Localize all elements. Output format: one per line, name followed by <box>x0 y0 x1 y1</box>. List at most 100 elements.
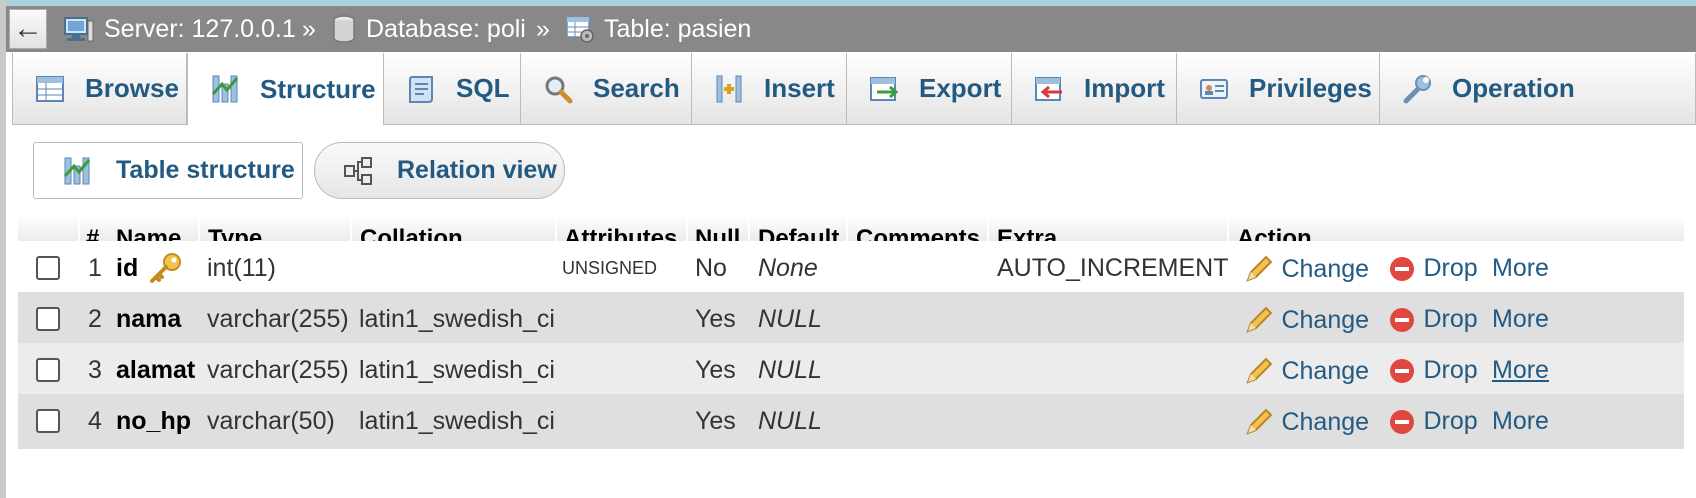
row-actions: Change Drop More <box>1244 356 1684 386</box>
drop-action[interactable]: Drop <box>1388 254 1478 283</box>
row-number: 3 <box>88 356 102 384</box>
change-action[interactable]: Change <box>1244 407 1369 437</box>
tab-browse[interactable]: Browse <box>12 53 187 125</box>
more-action[interactable]: More <box>1492 407 1549 436</box>
tab-sql[interactable]: SQL <box>384 53 521 125</box>
tab-privileges[interactable]: Privileges <box>1177 53 1380 125</box>
tab-import-label: Import <box>1084 73 1165 103</box>
pencil-icon <box>1246 306 1273 333</box>
drop-action[interactable]: Drop <box>1388 407 1478 436</box>
tab-export-label: Export <box>919 73 1002 103</box>
tab-operation-label: Operation <box>1452 73 1575 103</box>
drop-icon <box>1390 307 1414 332</box>
tab-structure-label: Structure <box>260 73 376 104</box>
browse-icon <box>36 75 64 102</box>
pencil-icon <box>1246 408 1273 435</box>
column-collation: latin1_swedish_ci <box>359 356 555 384</box>
tab-export[interactable]: Export <box>847 53 1012 125</box>
drop-action[interactable]: Drop <box>1388 356 1478 385</box>
breadcrumb-separator: » <box>302 15 316 43</box>
row-actions: Change Drop More <box>1244 407 1684 437</box>
breadcrumb-database[interactable]: Database: poli <box>332 6 526 52</box>
relation-icon <box>344 156 372 185</box>
relation-view-button[interactable]: Relation view <box>314 142 565 199</box>
change-action[interactable]: Change <box>1244 356 1369 386</box>
more-action[interactable]: More <box>1492 356 1549 385</box>
row-checkbox[interactable] <box>36 358 60 382</box>
column-default: NULL <box>758 407 822 435</box>
tab-search[interactable]: Search <box>521 53 692 125</box>
tab-search-label: Search <box>593 73 680 103</box>
column-null: Yes <box>695 407 736 435</box>
column-name: no_hp <box>116 407 191 435</box>
left-frame-strip <box>0 0 6 498</box>
breadcrumb-table[interactable]: Table: pasien <box>566 6 751 52</box>
tab-browse-label: Browse <box>85 73 179 103</box>
tab-structure[interactable]: Structure <box>187 53 384 125</box>
tab-insert-label: Insert <box>764 73 835 103</box>
back-button[interactable]: ← <box>9 9 47 49</box>
row-actions: Change Drop More <box>1244 254 1684 284</box>
row-checkbox[interactable] <box>36 307 60 331</box>
row-number: 4 <box>88 407 102 435</box>
database-icon <box>333 15 355 43</box>
search-icon <box>545 76 573 103</box>
tab-import[interactable]: Import <box>1012 53 1177 125</box>
table-icon <box>566 16 594 43</box>
table-structure-button[interactable]: Table structure <box>33 142 303 199</box>
export-icon <box>870 76 899 101</box>
row-number: 1 <box>88 254 102 282</box>
breadcrumb-server[interactable]: Server: 127.0.0.1 <box>64 6 296 52</box>
column-attributes: UNSIGNED <box>562 258 658 278</box>
pencil-icon <box>1246 255 1273 282</box>
sql-icon <box>409 75 433 103</box>
tab-operation[interactable]: Operation <box>1380 53 1696 125</box>
more-action[interactable]: More <box>1492 305 1549 334</box>
breadcrumb-database-label: Database: poli <box>366 14 526 43</box>
row-number: 2 <box>88 305 102 333</box>
column-collation: latin1_swedish_ci <box>359 305 555 333</box>
tab-sql-label: SQL <box>456 73 510 103</box>
insert-icon <box>716 75 742 102</box>
column-name: id <box>116 254 139 282</box>
breadcrumb-table-label: Table: pasien <box>604 14 752 43</box>
column-name: alamat <box>116 356 196 384</box>
change-action[interactable]: Change <box>1244 254 1369 284</box>
row-checkbox[interactable] <box>36 409 60 433</box>
drop-icon <box>1390 358 1414 383</box>
column-collation: latin1_swedish_ci <box>359 407 555 435</box>
change-action[interactable]: Change <box>1244 305 1369 335</box>
row-checkbox[interactable] <box>36 256 60 280</box>
column-default: NULL <box>758 356 822 384</box>
table-structure-label: Table structure <box>116 156 295 184</box>
column-null: Yes <box>695 356 736 384</box>
column-name: nama <box>116 305 182 333</box>
column-default: None <box>758 254 818 282</box>
column-type: int(11) <box>207 254 277 282</box>
column-type: varchar(255) <box>207 305 349 333</box>
drop-action[interactable]: Drop <box>1388 305 1478 334</box>
privileges-icon <box>1200 78 1228 99</box>
row-actions: Change Drop More <box>1244 305 1684 335</box>
drop-icon <box>1390 256 1414 281</box>
tab-insert[interactable]: Insert <box>692 53 847 125</box>
pencil-icon <box>1246 357 1273 384</box>
breadcrumb-server-label: Server: 127.0.0.1 <box>104 14 296 43</box>
primary-key-icon <box>150 253 181 283</box>
structure-icon <box>63 157 91 184</box>
structure-icon <box>211 75 239 103</box>
breadcrumb-separator: » <box>536 15 550 43</box>
breadcrumb: ← Server: 127.0.0.1 » Database: poli » T… <box>6 6 1696 52</box>
server-icon <box>64 17 94 42</box>
column-default: NULL <box>758 305 822 333</box>
column-null: No <box>695 254 727 282</box>
relation-view-label: Relation view <box>397 156 557 184</box>
wrench-icon <box>1403 74 1431 103</box>
column-type: varchar(255) <box>207 356 349 384</box>
column-extra: AUTO_INCREMENT <box>997 254 1229 282</box>
tab-privileges-label: Privileges <box>1249 73 1372 103</box>
main-tabs: Browse Structure SQL Search Insert Expor… <box>12 53 1696 125</box>
more-action[interactable]: More <box>1492 254 1549 283</box>
column-null: Yes <box>695 305 736 333</box>
column-type: varchar(50) <box>207 407 335 435</box>
